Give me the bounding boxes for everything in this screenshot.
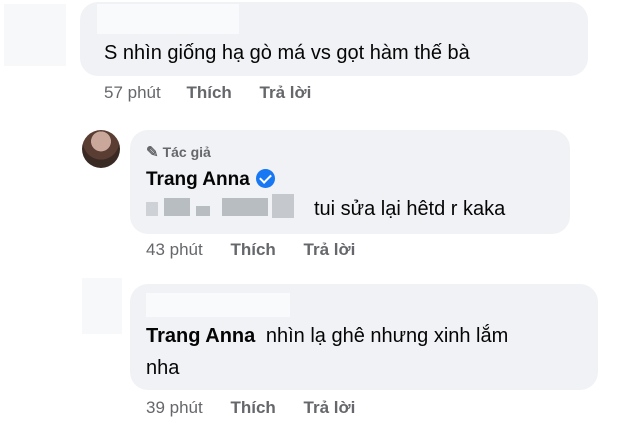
reply-link[interactable]: Trả lời: [304, 398, 356, 418]
pixelated-text: [196, 206, 210, 216]
author-badge: ✎ Tác giả: [146, 143, 211, 161]
like-link[interactable]: Thích: [186, 83, 231, 103]
comment-time[interactable]: 43 phút: [146, 240, 203, 260]
redacted-commenter-name: [97, 4, 239, 34]
pixelated-text: [146, 202, 158, 216]
pixelated-text: [272, 194, 294, 218]
comment-time[interactable]: 39 phút: [146, 398, 203, 418]
redacted-avatar-area: [4, 4, 66, 66]
comment-text-line1: Trang Anna nhìn lạ ghê nhưng xinh lắm: [146, 325, 508, 348]
reply-text: tui sửa lại hêtd r kaka: [314, 198, 506, 220]
author-name-row: Trang Anna: [146, 169, 275, 191]
comment-text: nhìn lạ ghê nhưng xinh lắm: [265, 325, 509, 347]
verified-badge-icon: [255, 169, 275, 188]
pixelated-text: [164, 198, 190, 216]
pen-icon: ✎: [146, 144, 159, 161]
reply-link[interactable]: Trả lời: [260, 83, 312, 103]
like-link[interactable]: Thích: [230, 398, 275, 418]
comment-actions: 57 phút Thích Trả lời: [104, 83, 311, 103]
reply-link[interactable]: Trả lời: [304, 240, 356, 260]
mention-link[interactable]: Trang Anna: [146, 325, 255, 347]
comment-text: S nhìn giống hạ gò má vs gọt hàm thế bà: [104, 42, 470, 64]
avatar[interactable]: [82, 130, 120, 168]
reply-actions: 43 phút Thích Trả lời: [146, 240, 355, 260]
redacted-commenter-name: [146, 293, 290, 317]
comment-text-line2: nha: [146, 357, 180, 379]
author-badge-label: Tác giả: [162, 144, 211, 160]
redacted-avatar-area: [82, 278, 122, 334]
like-link[interactable]: Thích: [230, 240, 275, 260]
pixelated-text: [222, 198, 268, 216]
comment-time[interactable]: 57 phút: [104, 83, 161, 103]
author-name[interactable]: Trang Anna: [146, 169, 250, 190]
comment-actions: 39 phút Thích Trả lời: [146, 398, 355, 418]
